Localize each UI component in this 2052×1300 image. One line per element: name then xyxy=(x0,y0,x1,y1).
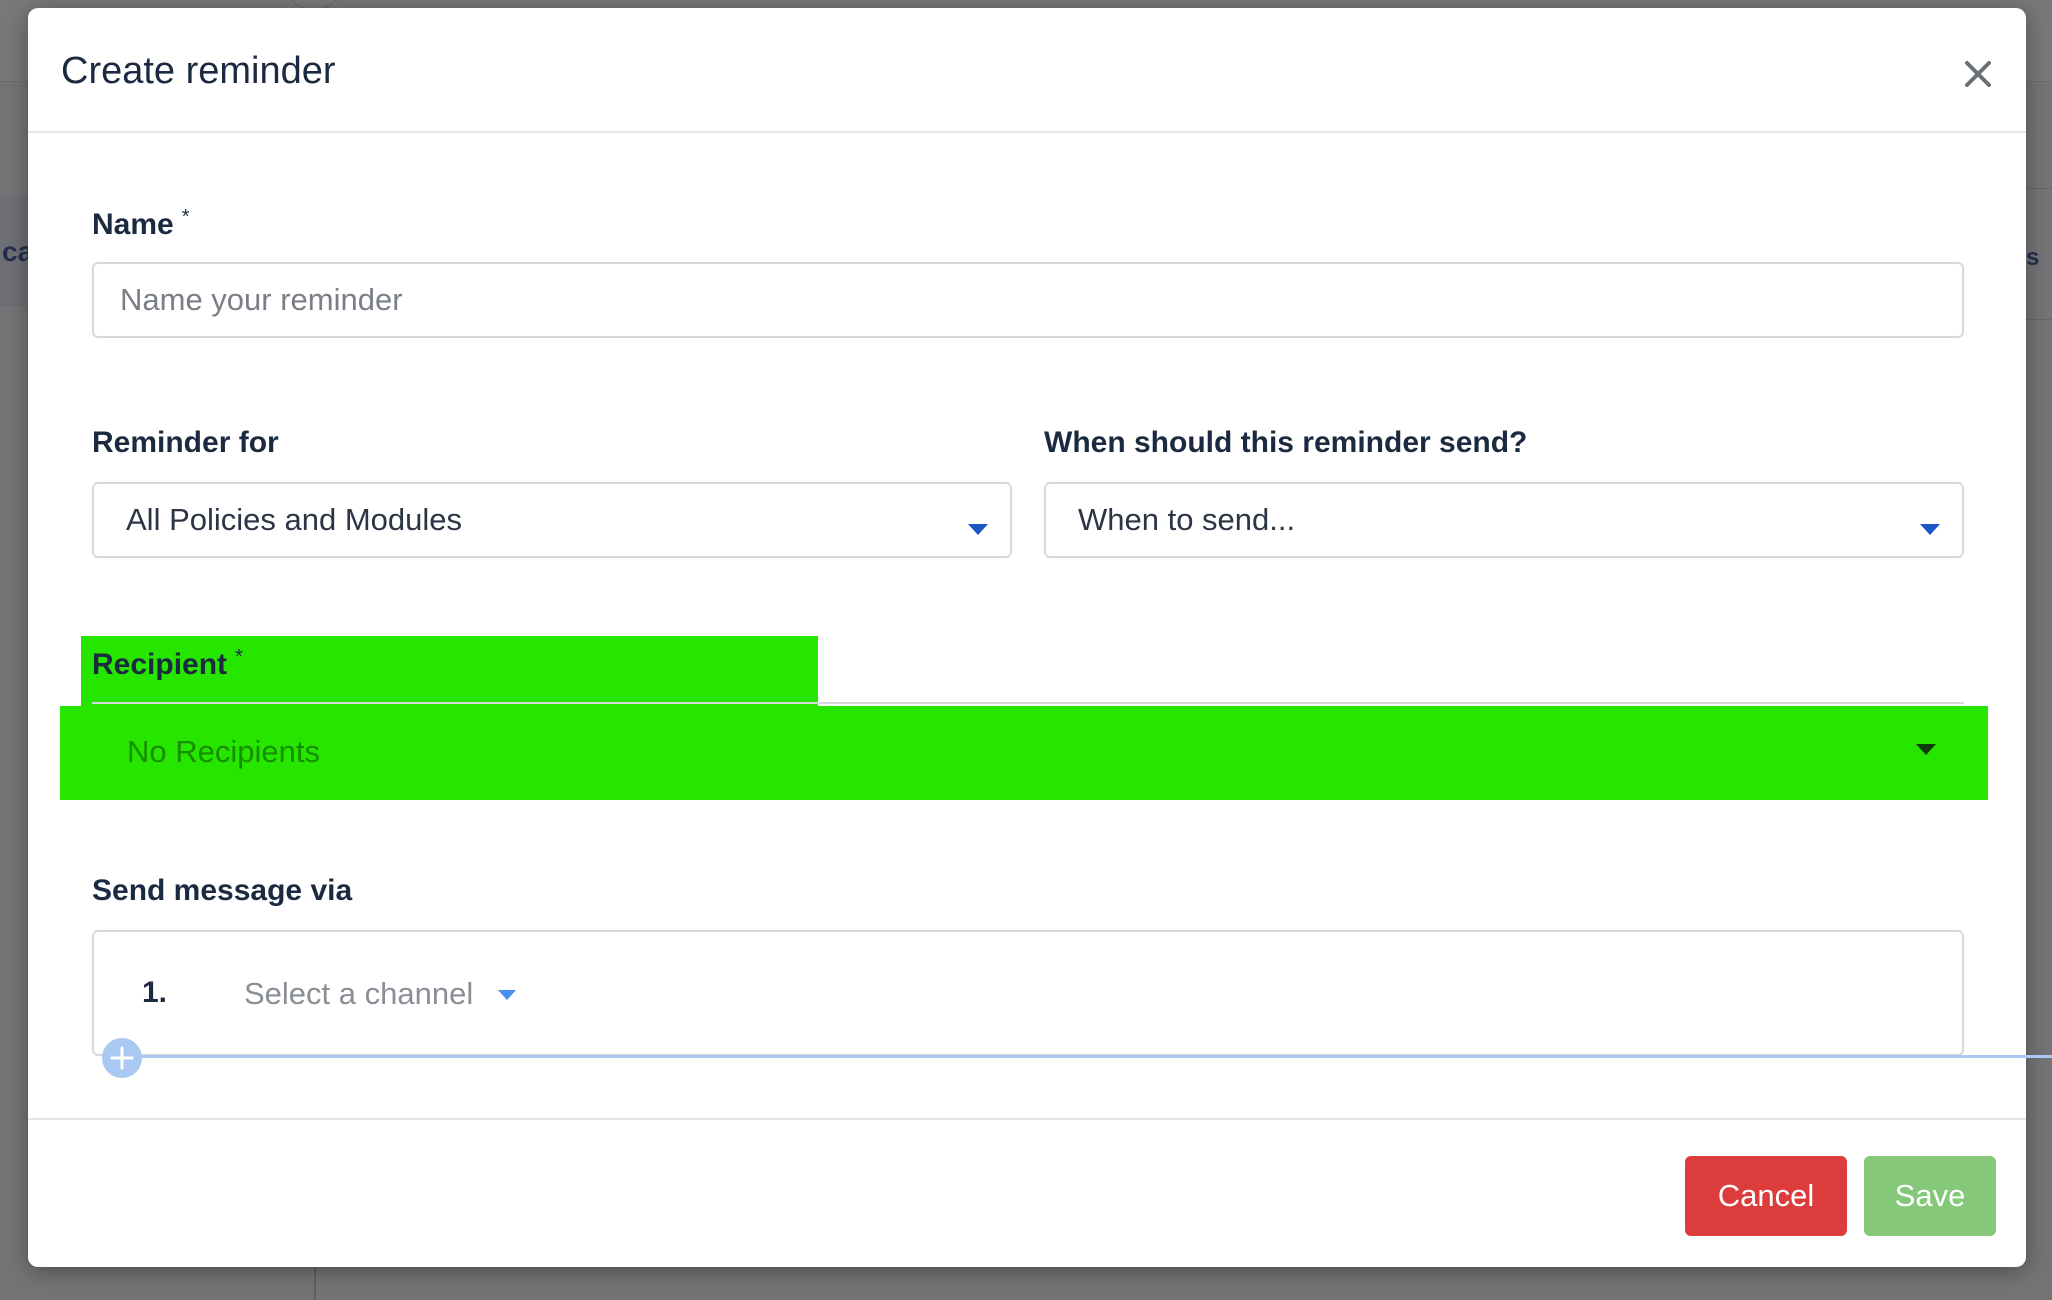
modal-header: Create reminder xyxy=(28,8,2026,133)
recipient-select[interactable]: No Recipients xyxy=(92,702,1964,798)
plus-icon xyxy=(110,1046,134,1070)
recipient-required-mark: * xyxy=(235,646,243,668)
chevron-down-icon[interactable] xyxy=(498,990,516,1000)
channel-list: 1. Select a channel xyxy=(92,930,1964,1056)
name-label: Name * xyxy=(92,206,190,242)
send-via-label: Send message via xyxy=(92,874,353,907)
chevron-down-icon xyxy=(968,524,988,535)
save-button[interactable]: Save xyxy=(1864,1156,1996,1236)
recipient-label-text: Recipient xyxy=(92,648,228,681)
cancel-button[interactable]: Cancel xyxy=(1685,1156,1847,1236)
add-channel-button[interactable] xyxy=(102,1038,142,1078)
chevron-down-icon xyxy=(1920,524,1940,535)
recipient-value: No Recipients xyxy=(127,734,320,769)
channel-number: 1. xyxy=(142,976,168,1009)
channel-insert-line xyxy=(122,1055,2052,1058)
name-required-mark: * xyxy=(181,206,190,228)
reminder-for-value: All Policies and Modules xyxy=(126,502,463,537)
name-input[interactable] xyxy=(92,262,1964,338)
reminder-for-select[interactable]: All Policies and Modules xyxy=(92,482,1012,558)
modal-title: Create reminder xyxy=(61,50,336,92)
when-to-send-value: When to send... xyxy=(1078,502,1296,537)
when-to-send-select[interactable]: When to send... xyxy=(1044,482,1964,558)
close-button[interactable] xyxy=(1958,54,1998,94)
when-to-send-label: When should this reminder send? xyxy=(1044,426,1528,459)
modal-footer-divider xyxy=(28,1118,2026,1120)
create-reminder-modal: Create reminder Name * Reminder for All P… xyxy=(28,8,2052,1267)
reminder-for-label: Reminder for xyxy=(92,426,279,459)
recipient-label: Recipient * xyxy=(92,646,243,682)
name-label-text: Name xyxy=(92,208,174,241)
close-icon xyxy=(1965,61,1991,87)
chevron-down-icon xyxy=(1916,744,1936,755)
channel-select[interactable]: Select a channel xyxy=(244,976,473,1012)
